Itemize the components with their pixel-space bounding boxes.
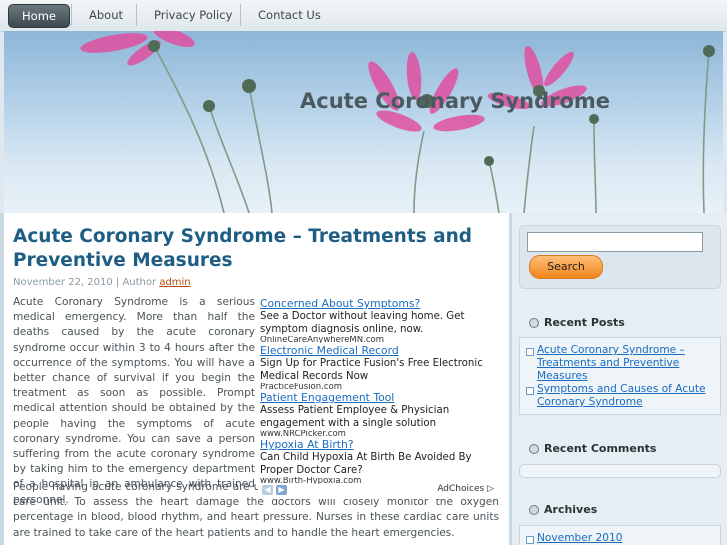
bullet-icon	[529, 318, 539, 328]
header-banner: Acute Coronary Syndrome	[4, 31, 723, 213]
flowers-illustration	[80, 31, 715, 213]
ad-item: Hypoxia At Birth? Can Child Hypoxia At B…	[260, 438, 500, 484]
ad-url[interactable]: www.Birth-Hypoxia.com	[260, 477, 500, 484]
recent-posts-list: Acute Coronary Syndrome – Treatments and…	[519, 337, 721, 415]
recent-comments-title: Recent Comments	[544, 442, 657, 455]
author-link[interactable]: admin	[159, 277, 190, 288]
ad-prev-arrow-icon[interactable]: ◀	[262, 485, 273, 495]
ad-description: Sign Up for Practice Fusion's Free Elect…	[260, 358, 483, 382]
recent-post-link[interactable]: Symptoms and Causes of Acute Coronary Sy…	[526, 383, 706, 409]
ad-title-link[interactable]: Electronic Medical Record	[260, 344, 500, 357]
ad-description: Can Child Hypoxia At Birth Be Avoided By…	[260, 452, 472, 476]
bullet-square-icon	[526, 536, 534, 544]
post-title[interactable]: Acute Coronary Syndrome – Treatments and…	[13, 225, 503, 273]
post-date: November 22, 2010 | Author	[13, 277, 157, 288]
nav-divider	[240, 4, 241, 26]
recent-post-link[interactable]: Acute Coronary Syndrome – Treatments and…	[526, 344, 706, 383]
bullet-icon	[529, 444, 539, 454]
top-navigation: Home About Privacy Policy Contact Us	[0, 0, 727, 32]
adchoices-icon: ▷	[487, 484, 494, 494]
main-content: Acute Coronary Syndrome – Treatments and…	[4, 213, 509, 545]
bullet-square-icon	[526, 348, 534, 356]
ad-url[interactable]: www.NRCPicker.com	[260, 430, 500, 437]
nav-divider	[136, 4, 137, 26]
adchoices-label: AdChoices	[437, 484, 485, 494]
bullet-square-icon	[526, 387, 534, 395]
ad-item: Electronic Medical Record Sign Up for Pr…	[260, 344, 500, 390]
ad-description: Assess Patient Employee & Physician enga…	[260, 405, 450, 429]
ad-url[interactable]: PracticeFusion.com	[260, 383, 500, 390]
ad-title-link[interactable]: Hypoxia At Birth?	[260, 438, 500, 451]
recent-posts-title: Recent Posts	[544, 316, 625, 329]
search-widget: Search	[519, 225, 721, 289]
archives-heading: Archives	[529, 503, 597, 516]
list-item: November 2010	[526, 532, 706, 545]
archive-link[interactable]: November 2010	[526, 532, 706, 545]
nav-divider	[71, 4, 72, 26]
list-item: Symptoms and Causes of Acute Coronary Sy…	[526, 383, 706, 409]
ad-block: Concerned About Symptoms? See a Doctor w…	[258, 296, 501, 499]
recent-comments-list	[519, 464, 721, 478]
post-meta: November 22, 2010 | Author admin	[13, 277, 191, 288]
sidebar: Search Recent Posts Acute Coronary Syndr…	[512, 213, 727, 545]
nav-about-link[interactable]: About	[89, 4, 123, 26]
ad-item: Patient Engagement Tool Assess Patient E…	[260, 391, 500, 437]
bullet-icon	[529, 505, 539, 515]
ad-footer: ◀ ▶ AdChoices ▷	[260, 484, 498, 496]
ad-title-link[interactable]: Patient Engagement Tool	[260, 391, 500, 404]
nav-contact-link[interactable]: Contact Us	[258, 4, 321, 26]
archives-title: Archives	[544, 503, 598, 516]
search-input[interactable]	[527, 232, 703, 252]
search-button[interactable]: Search	[529, 255, 603, 279]
post-paragraph: Acute Coronary Syndrome is a serious med…	[13, 296, 255, 506]
adchoices-link[interactable]: AdChoices ▷	[437, 484, 494, 494]
nav-home-link[interactable]: Home	[8, 4, 70, 28]
list-item: Acute Coronary Syndrome – Treatments and…	[526, 344, 706, 383]
ad-description: See a Doctor without leaving home. Get s…	[260, 311, 465, 335]
ad-next-arrow-icon[interactable]: ▶	[276, 485, 287, 495]
ad-item: Concerned About Symptoms? See a Doctor w…	[260, 297, 500, 343]
recent-comments-heading: Recent Comments	[529, 442, 656, 455]
ad-url[interactable]: OnlineCareAnywhereMN.com	[260, 336, 500, 343]
ad-title-link[interactable]: Concerned About Symptoms?	[260, 297, 500, 310]
nav-privacy-link[interactable]: Privacy Policy	[154, 4, 232, 26]
recent-posts-heading: Recent Posts	[529, 316, 625, 329]
site-title[interactable]: Acute Coronary Syndrome	[300, 89, 610, 113]
archives-list: November 2010	[519, 525, 721, 545]
